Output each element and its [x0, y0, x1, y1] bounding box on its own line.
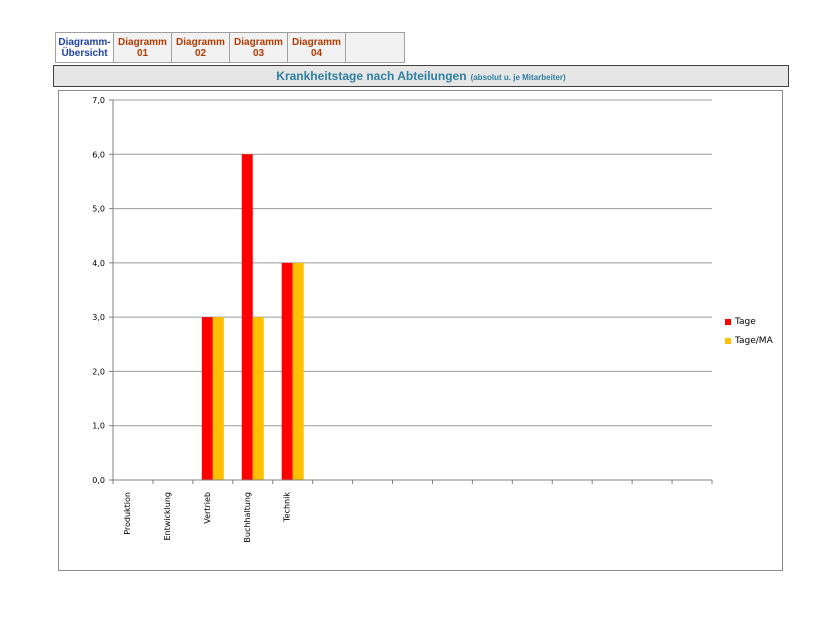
tab-label-line1: Diagramm: [118, 36, 167, 48]
y-tick-label: 2,0: [92, 367, 105, 376]
tab-diagramm-02[interactable]: Diagramm 02: [172, 33, 230, 62]
tab-diagramm-uebersicht[interactable]: Diagramm- Übersicht: [56, 33, 114, 62]
x-tick-label: Technik: [283, 492, 292, 523]
bar-tage: [201, 317, 213, 480]
tab-label-line1: Diagramm-: [58, 36, 111, 48]
x-tick-label: Produktion: [123, 492, 132, 535]
bar-tage-ma: [212, 317, 224, 480]
bar-tage: [281, 262, 293, 480]
bar-chart: 0,0 1,0 2,0 3,0 4,0 5,0 6,0 7,0 Produktion Entwic…: [92, 96, 713, 543]
legend-item: Tage: [725, 317, 756, 327]
tab-label-line2: 01: [136, 47, 149, 59]
chart-title: Krankheitstage nach Abteilungen: [276, 69, 467, 83]
bar-tage-ma: [292, 262, 304, 480]
x-tick-label: Entwicklung: [163, 492, 172, 541]
chart-subtitle: (absolut u. je Mitarbeiter): [470, 72, 566, 82]
tab-label-line2: Übersicht: [61, 47, 108, 59]
tab-label-line1: Diagramm: [176, 36, 225, 48]
tab-label-line1: Diagramm: [292, 36, 341, 48]
tab-label-line2: 03: [252, 47, 265, 59]
legend-label: Tage: [735, 317, 756, 327]
legend-swatch: [725, 319, 731, 325]
y-tick-label: 7,0: [92, 96, 105, 105]
y-tick-label: 5,0: [92, 205, 105, 214]
legend-item: Tage/MA: [725, 336, 773, 346]
x-tick-label: Buchhaltung: [243, 492, 252, 543]
legend-label: Tage/MA: [735, 336, 773, 346]
y-tick-label: 0,0: [92, 476, 105, 485]
bar-tage: [241, 154, 253, 480]
tab-label-line1: Diagramm: [234, 36, 283, 48]
legend-swatch: [725, 338, 731, 344]
tab-label-line2: 04: [310, 47, 323, 59]
tab-empty: [346, 33, 404, 62]
y-tick-label: 6,0: [92, 150, 105, 159]
tab-diagramm-03[interactable]: Diagramm 03: [230, 33, 288, 62]
tab-diagramm-04[interactable]: Diagramm 04: [288, 33, 346, 62]
y-tick-label: 4,0: [92, 259, 105, 268]
bar-tage-ma: [252, 317, 264, 480]
y-tick-label: 3,0: [92, 313, 105, 322]
diagram-tabs: Diagramm- Übersicht Diagramm 01 Diagramm 02 Di…: [55, 32, 405, 63]
y-tick-label: 1,0: [92, 422, 105, 431]
chart-area: 0,0 1,0 2,0 3,0 4,0 5,0 6,0 7,0 Produktion Entwic…: [58, 90, 783, 571]
x-tick-label: Vertrieb: [203, 492, 212, 524]
chart-title-bar: Krankheitstage nach Abteilungen (absolut…: [53, 65, 789, 87]
tab-diagramm-01[interactable]: Diagramm 01: [114, 33, 172, 62]
tab-label-line2: 02: [194, 47, 207, 59]
